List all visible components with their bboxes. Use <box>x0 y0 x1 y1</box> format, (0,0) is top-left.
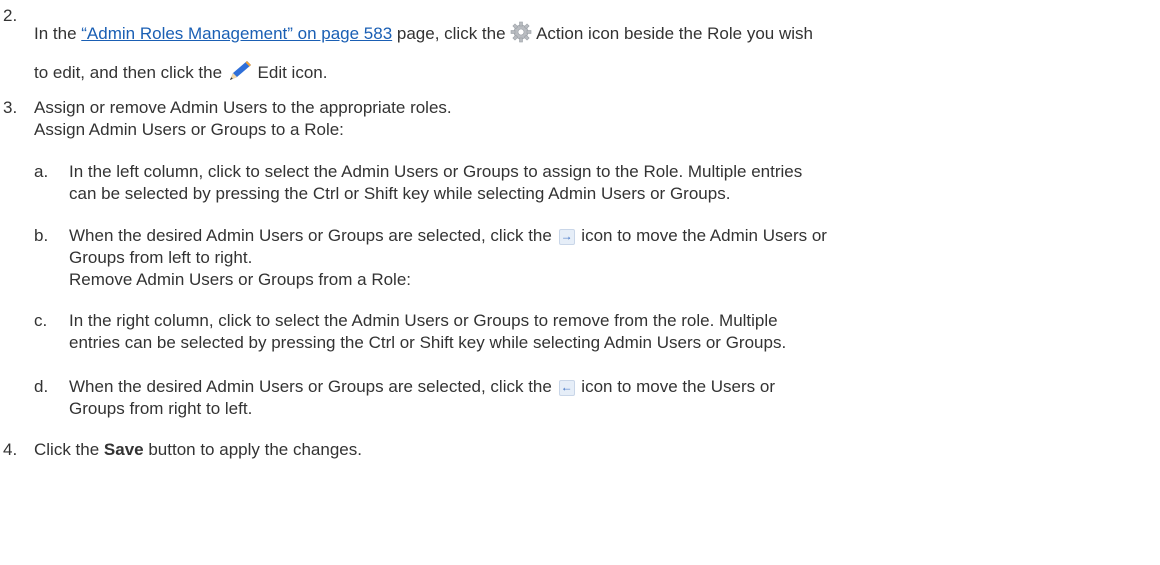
step-3-line-2: Assign Admin Users or Groups to a Role: <box>34 120 344 139</box>
step-4-number: 4. <box>3 440 18 459</box>
step-4-text: Click the <box>34 440 104 459</box>
substep-a-line-1: In the left column, click to select the … <box>69 162 803 181</box>
save-label: Save <box>103 440 144 459</box>
substep-b-line-1: When the desired Admin Users or Groups a… <box>69 226 827 246</box>
substep-d-text: When the desired Admin Users or Groups a… <box>69 377 557 396</box>
substep-d-line-1: When the desired Admin Users or Groups a… <box>69 377 775 397</box>
admin-roles-management-link[interactable]: “Admin Roles Management” on page 583 <box>81 24 392 43</box>
step-3-line-1: Assign or remove Admin Users to the appr… <box>34 98 452 117</box>
substep-a-letter: a. <box>34 162 49 181</box>
substep-c-line-1: In the right column, click to select the… <box>69 311 778 330</box>
gear-icon <box>510 21 532 48</box>
pencil-icon <box>227 59 253 88</box>
step-2-text: page, click the <box>392 23 511 43</box>
step-2-text: Edit icon. <box>252 62 328 82</box>
step-2-text: to edit, and then click the <box>34 62 227 82</box>
step-2-text: In the <box>34 23 82 43</box>
substep-b-line-2: Groups from left to right. <box>69 248 253 267</box>
substep-d-letter: d. <box>34 377 49 396</box>
substep-b-text: When the desired Admin Users or Groups a… <box>69 226 557 245</box>
substep-c-line-2: entries can be selected by pressing the … <box>69 333 787 352</box>
step-2-text: Action icon beside the Role you wish <box>532 23 813 43</box>
substep-c-letter: c. <box>34 311 48 330</box>
step-4-text: button to apply the changes. <box>143 440 362 459</box>
substep-d-line-2: Groups from right to left. <box>69 399 253 418</box>
step-2-line-2: to edit, and then click the Edit icon. <box>34 59 327 88</box>
substep-b-line-3: Remove Admin Users or Groups from a Role… <box>69 270 412 289</box>
arrow-right-icon: → <box>558 229 575 245</box>
step-2-number: 2. <box>3 6 18 25</box>
substep-b-text: icon to move the Admin Users or <box>576 226 827 245</box>
step-4-line: Click the Save button to apply the chang… <box>34 440 362 460</box>
substep-a-line-2: can be selected by pressing the Ctrl or … <box>69 184 731 203</box>
step-2-line-1: In the “Admin Roles Management” on page … <box>34 21 813 48</box>
substep-d-text: icon to move the Users or <box>576 377 775 396</box>
substep-b-letter: b. <box>34 226 49 245</box>
step-3-number: 3. <box>3 98 18 117</box>
arrow-left-icon: ← <box>558 380 575 396</box>
